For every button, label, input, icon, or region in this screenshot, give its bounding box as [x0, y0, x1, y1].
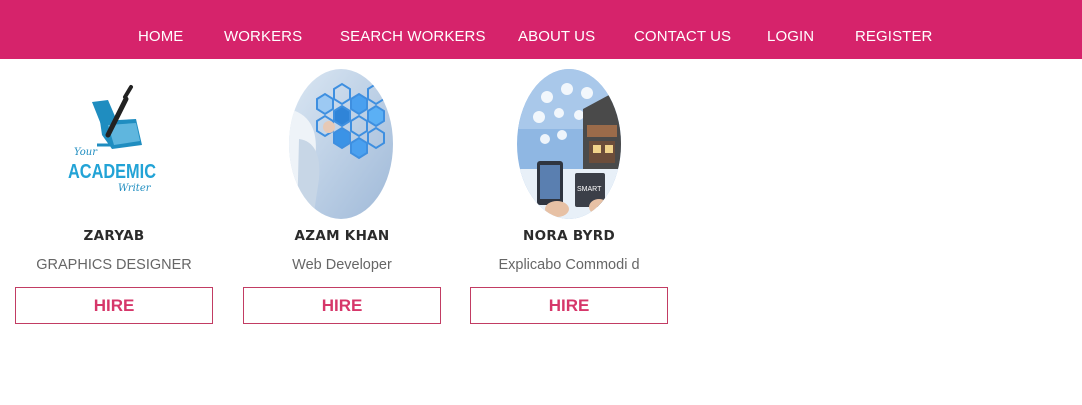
nav-register[interactable]: REGISTER [855, 29, 932, 45]
worker-card: Your ACADEMIC Writer ZARYAB GRAPHICS DES… [15, 59, 213, 329]
worker-card: SMART NORA BYRD Explicabo Commodi d HIRE [470, 59, 668, 329]
nav-workers[interactable]: WORKERS [224, 29, 302, 45]
logo-line-1: Your [74, 147, 98, 158]
nav-about-us[interactable]: ABOUT US [518, 29, 595, 45]
logo-line-2: ACADEMIC [68, 161, 156, 183]
nav-home[interactable]: HOME [138, 29, 183, 45]
logo-line-3: Writer [118, 183, 152, 194]
nav-contact-us[interactable]: CONTACT US [634, 29, 731, 45]
top-navbar: HOME WORKERS SEARCH WORKERS ABOUT US CON… [0, 0, 1082, 59]
svg-text:SMART: SMART [577, 186, 602, 193]
nav-search-workers[interactable]: SEARCH WORKERS [340, 29, 486, 45]
hire-button[interactable]: HIRE [15, 287, 213, 324]
hire-button[interactable]: HIRE [470, 287, 668, 324]
worker-role: Web Developer [292, 257, 392, 273]
worker-card: AZAM KHAN Web Developer HIRE [243, 59, 441, 329]
worker-name: AZAM KHAN [294, 228, 390, 244]
worker-role: Explicabo Commodi d [498, 257, 640, 273]
academic-writer-logo: Your ACADEMIC Writer [68, 85, 156, 194]
smart-home-photo: SMART [517, 69, 621, 219]
nav-login[interactable]: LOGIN [767, 29, 814, 45]
worker-role: GRAPHICS DESIGNER [36, 257, 192, 273]
worker-name: ZARYAB [83, 228, 145, 244]
worker-photo [289, 69, 393, 219]
worker-photo: SMART [517, 69, 621, 219]
hire-button[interactable]: HIRE [243, 287, 441, 324]
tech-hexagon-photo [289, 69, 393, 219]
worker-name: NORA BYRD [523, 228, 615, 244]
worker-logo-academic-writer: Your ACADEMIC Writer [62, 69, 166, 219]
